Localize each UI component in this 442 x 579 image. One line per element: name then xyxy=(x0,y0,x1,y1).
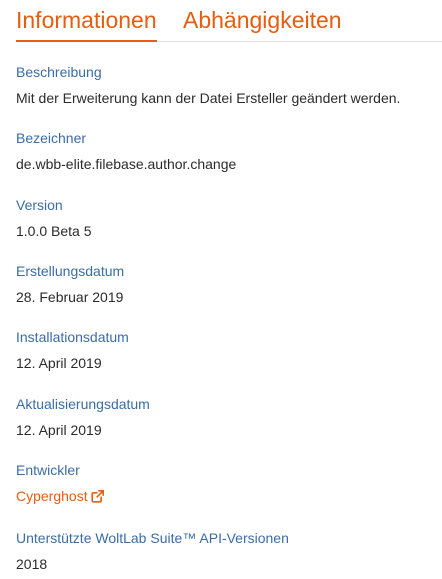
field-description: Beschreibung Mit der Erweiterung kann de… xyxy=(16,63,438,107)
developer-label: Entwickler xyxy=(16,462,80,478)
update-date-value: 12. April 2019 xyxy=(16,422,102,438)
field-developer: Entwickler Cyperghost xyxy=(16,461,438,506)
developer-link[interactable]: Cyperghost xyxy=(16,487,104,505)
api-versions-label: Unterstützte WoltLab Suite™ API-Versione… xyxy=(16,530,289,546)
version-label: Version xyxy=(16,197,63,213)
version-value: 1.0.0 Beta 5 xyxy=(16,223,92,239)
tab-bar: Informationen Abhängigkeiten xyxy=(16,0,442,42)
tab-abhaengigkeiten[interactable]: Abhängigkeiten xyxy=(183,6,342,34)
field-update-date: Aktualisierungsdatum 12. April 2019 xyxy=(16,395,438,439)
description-value: Mit der Erweiterung kann der Datei Erste… xyxy=(16,90,401,106)
field-identifier: Bezeichner de.wbb-elite.filebase.author.… xyxy=(16,129,438,173)
install-date-value: 12. April 2019 xyxy=(16,355,102,371)
field-install-date: Installationsdatum 12. April 2019 xyxy=(16,328,438,372)
external-link-icon xyxy=(91,489,104,503)
creation-date-label: Erstellungsdatum xyxy=(16,263,125,279)
update-date-label: Aktualisierungsdatum xyxy=(16,396,150,412)
field-creation-date: Erstellungsdatum 28. Februar 2019 xyxy=(16,262,438,306)
identifier-label: Bezeichner xyxy=(16,130,87,146)
identifier-value: de.wbb-elite.filebase.author.change xyxy=(16,156,237,172)
developer-name[interactable]: Cyperghost xyxy=(16,487,88,505)
api-versions-value: 2018 xyxy=(16,556,48,572)
tab-informationen[interactable]: Informationen xyxy=(16,6,157,42)
description-label: Beschreibung xyxy=(16,64,102,80)
install-date-label: Installationsdatum xyxy=(16,329,129,345)
field-api-versions: Unterstützte WoltLab Suite™ API-Versione… xyxy=(16,529,438,573)
field-version: Version 1.0.0 Beta 5 xyxy=(16,196,438,240)
creation-date-value: 28. Februar 2019 xyxy=(16,289,124,305)
